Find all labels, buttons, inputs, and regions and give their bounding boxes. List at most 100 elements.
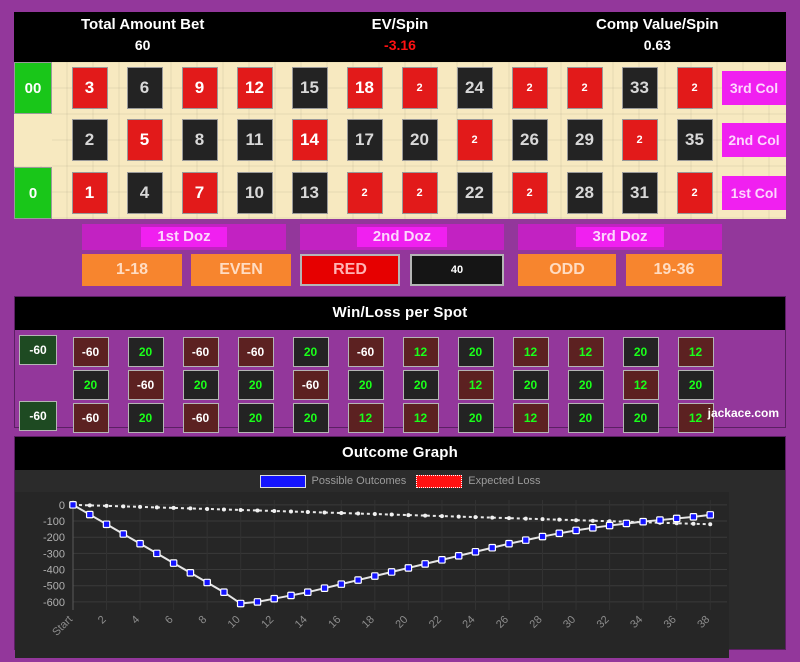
- board-cell-number[interactable]: 29: [566, 119, 603, 161]
- board-cell-number[interactable]: 9: [181, 67, 218, 109]
- board-cell-number[interactable]: 33: [621, 67, 658, 109]
- board-cell-number[interactable]: 26: [511, 119, 548, 161]
- win-loss-cell: 20: [72, 369, 109, 400]
- board-cell-bet[interactable]: 2: [676, 67, 713, 109]
- board-cell-number[interactable]: 18: [346, 67, 383, 109]
- board-cell-slot: 2: [502, 167, 557, 219]
- board-cell-blank: [14, 114, 52, 166]
- board-cell-slot: 10: [227, 167, 282, 219]
- column-bet-2nd[interactable]: 2nd Col: [722, 123, 786, 157]
- win-loss-body: -60 -60 -60 20 -60 -60 20 -60 12 20 12 12 20 12 20-…: [15, 330, 785, 436]
- board-cell-slot: 2: [337, 167, 392, 219]
- win-loss-grid: -60 20 -60 -60 20 -60 12 20 12 12 20 12 20 -60 20 20 -6…: [63, 330, 723, 436]
- win-loss-cell: -60: [182, 402, 219, 433]
- win-loss-cell-slot: 12: [338, 401, 393, 434]
- board-cell-number[interactable]: 4: [126, 172, 163, 214]
- board-cell-00[interactable]: 00: [14, 62, 52, 114]
- board-row-1st: 1 4 7 10 13 2 2 22 2 28 31 2: [62, 167, 722, 219]
- board-row-2nd: 2 5 8 11 14 17 20 2 26 29 2 35: [62, 114, 722, 166]
- win-loss-cell-slot: 20: [118, 335, 173, 368]
- win-loss-cell-slot: -60: [228, 335, 283, 368]
- board-cell-0[interactable]: 0: [14, 167, 52, 219]
- outside-bet-low[interactable]: 1-18: [82, 254, 182, 286]
- board-cell-number[interactable]: 8: [181, 119, 218, 161]
- win-loss-cell-slot: 12: [393, 335, 448, 368]
- board-cell-number[interactable]: 6: [126, 67, 163, 109]
- win-loss-cell: -60: [292, 369, 329, 400]
- win-loss-cell: 20: [567, 402, 604, 433]
- legend-swatch-expected-loss: [416, 474, 463, 488]
- board-cell-number[interactable]: 20: [401, 119, 438, 161]
- board-cell-bet[interactable]: 2: [401, 67, 438, 109]
- board-cell-number[interactable]: 17: [346, 119, 383, 161]
- win-loss-cell: 20: [292, 336, 329, 367]
- dozen-bet-3rd[interactable]: 3rd Doz: [518, 224, 722, 250]
- board-cell-bet[interactable]: 2: [456, 119, 493, 161]
- board-cell-number[interactable]: 15: [291, 67, 328, 109]
- board-cell-slot: 5: [117, 114, 172, 166]
- board-cell-bet[interactable]: 2: [511, 172, 548, 214]
- board-cell-number[interactable]: 3: [71, 67, 108, 109]
- win-loss-cell: 20: [292, 402, 329, 433]
- board-cell-bet[interactable]: 2: [621, 119, 658, 161]
- y-axis-tick-label: -400: [43, 565, 65, 577]
- win-loss-cell-slot: -60: [173, 401, 228, 434]
- win-loss-cell: 12: [567, 336, 604, 367]
- board-cell-number[interactable]: 11: [236, 119, 273, 161]
- board-cell-bet[interactable]: 2: [346, 172, 383, 214]
- board-cell-bet[interactable]: 2: [566, 67, 603, 109]
- board-cell-slot: 12: [227, 62, 282, 114]
- legend-label-expected-loss: Expected Loss: [468, 475, 541, 487]
- outside-bet-black[interactable]: 40: [410, 254, 504, 286]
- board-cell-number[interactable]: 12: [236, 67, 273, 109]
- board-cell-number[interactable]: 1: [71, 172, 108, 214]
- win-loss-cell-00: -60: [19, 335, 57, 365]
- win-loss-cell: 20: [457, 336, 494, 367]
- stat-ev-spin: EV/Spin -3.16: [271, 12, 528, 53]
- win-loss-cell-slot: 20: [668, 368, 723, 401]
- board-cell-number[interactable]: 7: [181, 172, 218, 214]
- win-loss-cell: -60: [182, 336, 219, 367]
- legend-item-possible-outcomes: Possible Outcomes: [259, 474, 407, 488]
- board-cell-slot: 2: [392, 62, 447, 114]
- board-cell-bet[interactable]: 2: [511, 67, 548, 109]
- outside-bet-even[interactable]: EVEN: [191, 254, 291, 286]
- win-loss-cell-slot: 20: [283, 335, 338, 368]
- win-loss-cell-slot: 20: [613, 401, 668, 434]
- win-loss-cell: -60: [72, 336, 109, 367]
- legend-swatch-possible-outcomes: [259, 474, 306, 488]
- win-loss-cell: 20: [622, 336, 659, 367]
- board-cell-number[interactable]: 2: [71, 119, 108, 161]
- outside-bet-odd[interactable]: ODD: [518, 254, 616, 286]
- stat-total-bet-label: Total Amount Bet: [81, 16, 205, 33]
- board-cell-number[interactable]: 35: [676, 119, 713, 161]
- win-loss-cell: 20: [622, 402, 659, 433]
- board-cell-number[interactable]: 24: [456, 67, 493, 109]
- board-cell-number[interactable]: 5: [126, 119, 163, 161]
- column-bet-3rd[interactable]: 3rd Col: [722, 71, 786, 105]
- board-cell-bet[interactable]: 2: [676, 172, 713, 214]
- board-cell-slot: 11: [227, 114, 282, 166]
- legend-label-possible-outcomes: Possible Outcomes: [311, 475, 407, 487]
- stats-labels-row: Total Amount Bet 60 EV/Spin -3.16 Comp V…: [14, 12, 786, 53]
- win-loss-cell: -60: [237, 336, 274, 367]
- dozen-bet-2nd[interactable]: 2nd Doz: [300, 224, 504, 250]
- board-cell-number[interactable]: 13: [291, 172, 328, 214]
- dozen-bet-1st[interactable]: 1st Doz: [82, 224, 286, 250]
- win-loss-cell: 20: [182, 369, 219, 400]
- win-loss-panel: Win/Loss per Spot -60 -60 -60 20 -60 -60 20-…: [14, 296, 786, 433]
- board-cell-slot: 8: [172, 114, 227, 166]
- outside-bet-red[interactable]: RED: [300, 254, 400, 286]
- board-cell-number[interactable]: 28: [566, 172, 603, 214]
- win-loss-cell-slot: 12: [558, 335, 613, 368]
- outside-bet-high[interactable]: 19-36: [626, 254, 722, 286]
- board-row-3rd: 3 6 9 12 15 18 2 24 2 2 33 2: [62, 62, 722, 114]
- board-cell-number[interactable]: 14: [291, 119, 328, 161]
- column-bet-1st[interactable]: 1st Col: [722, 176, 786, 210]
- board-cell-number[interactable]: 10: [236, 172, 273, 214]
- board-cell-bet[interactable]: 2: [401, 172, 438, 214]
- win-loss-cell-slot: 12: [668, 335, 723, 368]
- win-loss-cell: -60: [72, 402, 109, 433]
- board-cell-number[interactable]: 31: [621, 172, 658, 214]
- board-cell-number[interactable]: 22: [456, 172, 493, 214]
